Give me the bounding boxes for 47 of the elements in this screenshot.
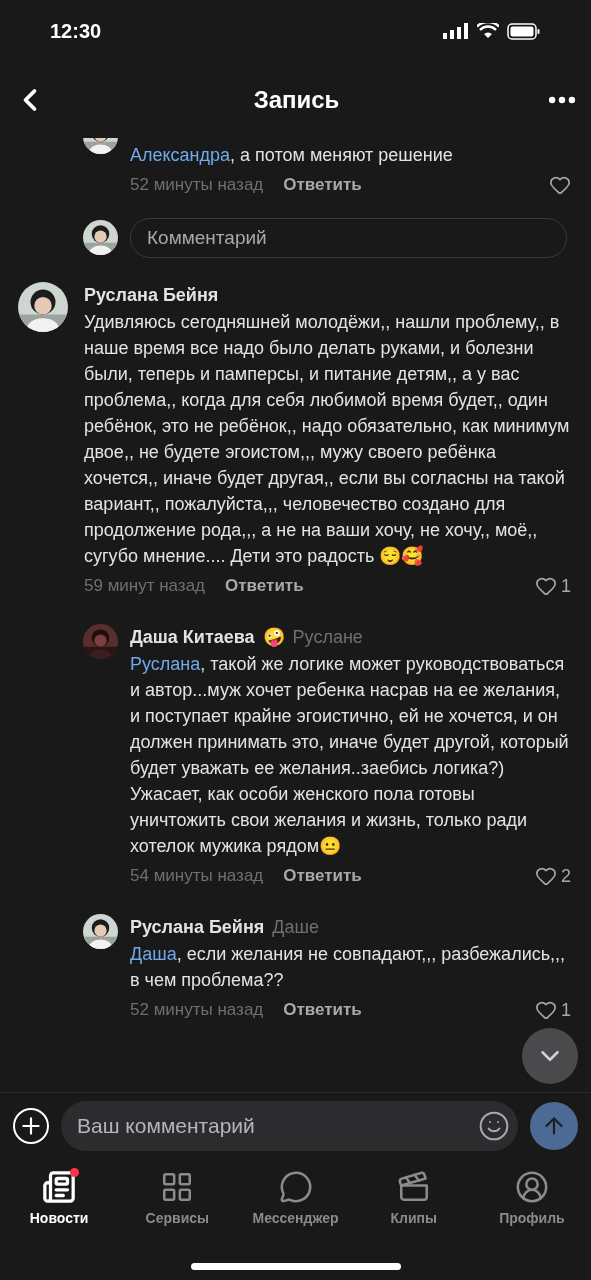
reply-to: Даше <box>272 915 319 939</box>
author-emoji: 🤪 <box>262 625 285 649</box>
comment-time: 54 минуты назад <box>130 865 264 888</box>
reply-button[interactable]: Ответить <box>283 997 362 1023</box>
author-name[interactable]: Руслана Бейня <box>84 281 219 309</box>
send-button[interactable] <box>530 1101 578 1150</box>
tab[interactable]: Профиль <box>472 1170 591 1229</box>
like-icon[interactable] <box>535 575 557 597</box>
author-name[interactable]: Руслана Бейня <box>130 913 265 941</box>
tab[interactable]: Клипы <box>354 1170 473 1229</box>
composer-field[interactable]: Ваш комментарий <box>61 1100 518 1151</box>
mention-link[interactable]: Даша <box>130 943 177 964</box>
battery-icon <box>507 22 541 40</box>
comment-text: Александра, а потом меняют решение <box>130 144 454 167</box>
comment-text: Руслана, такой же логике может руководствоваться и автор...муж хочет ребенка насрав на ее желания, и поступает крайне эгоистично, ей не хочется, и он должен принимать это, иначе будет другой, который будет уважать ее желания..заебись логика?) Ужасает, как особи женского пола готовы уничтожить свои желания и жизнь, только ради хотелок мужика рядом😐 <box>130 652 570 858</box>
user-circle-icon <box>514 1170 549 1204</box>
comment-time: 59 минут назад <box>84 575 206 598</box>
tab[interactable]: Сервисы <box>118 1170 237 1229</box>
emoji-icon[interactable] <box>478 1109 510 1142</box>
comment-field[interactable]: Комментарий <box>130 217 567 258</box>
status-time: 12:30 <box>50 19 102 44</box>
scroll-down-button[interactable] <box>522 1028 578 1084</box>
newspaper-icon <box>42 1170 77 1204</box>
wifi-icon <box>477 23 499 39</box>
comment-time: 52 минуты назад <box>130 999 264 1022</box>
clapperboard-icon <box>396 1170 431 1204</box>
comment-time: 52 минуты назад <box>130 174 264 196</box>
add-icon[interactable] <box>13 1107 49 1144</box>
tab[interactable]: Мессенджер <box>236 1170 355 1229</box>
reply-button[interactable]: Ответить <box>283 172 362 198</box>
tab[interactable]: Новости <box>0 1170 119 1229</box>
author-name[interactable]: Даша Китаева <box>130 623 255 651</box>
chat-bubble-icon <box>278 1170 313 1204</box>
comment-text: Удивляюсь сегодняшней молодёжи,, нашли проблему,, в наше время все надо было делать руками, и болезни были, теперь и памперсы, и питание детям,, а у вас проблема,, когда для себя любимой время будет,, один ребёнок, это не ребёнок,, надо обязательно, как минимум двое,, не будете эгоистом,,, мужу своего ребёнка хочется,, иначе будет другая,, если вы согласны на такой вариант,, пожалуйста,,, человечество создано для продолжение рода,,, а не на ваши хочу, не хочу,, моё,, сугубо мнение.... Дети это радость 😌🥰 <box>84 310 571 568</box>
like-icon[interactable] <box>535 999 557 1021</box>
mention-link[interactable]: Руслана <box>130 653 201 674</box>
like-count: 1 <box>561 574 571 598</box>
like-count: 2 <box>561 864 571 888</box>
like-count: 1 <box>561 998 571 1022</box>
signal-icon <box>443 23 469 39</box>
page-title: Запись <box>252 85 341 115</box>
reply-button[interactable]: Ответить <box>283 863 362 889</box>
like-icon[interactable] <box>535 865 557 887</box>
comment-text: Даша, если желания не совпадают,,, разбежались,,, в чем проблема?? <box>130 942 567 992</box>
mention-link[interactable]: Александра <box>130 145 231 165</box>
reply-button[interactable]: Ответить <box>225 573 304 599</box>
reply-to: Руслане <box>292 625 363 649</box>
